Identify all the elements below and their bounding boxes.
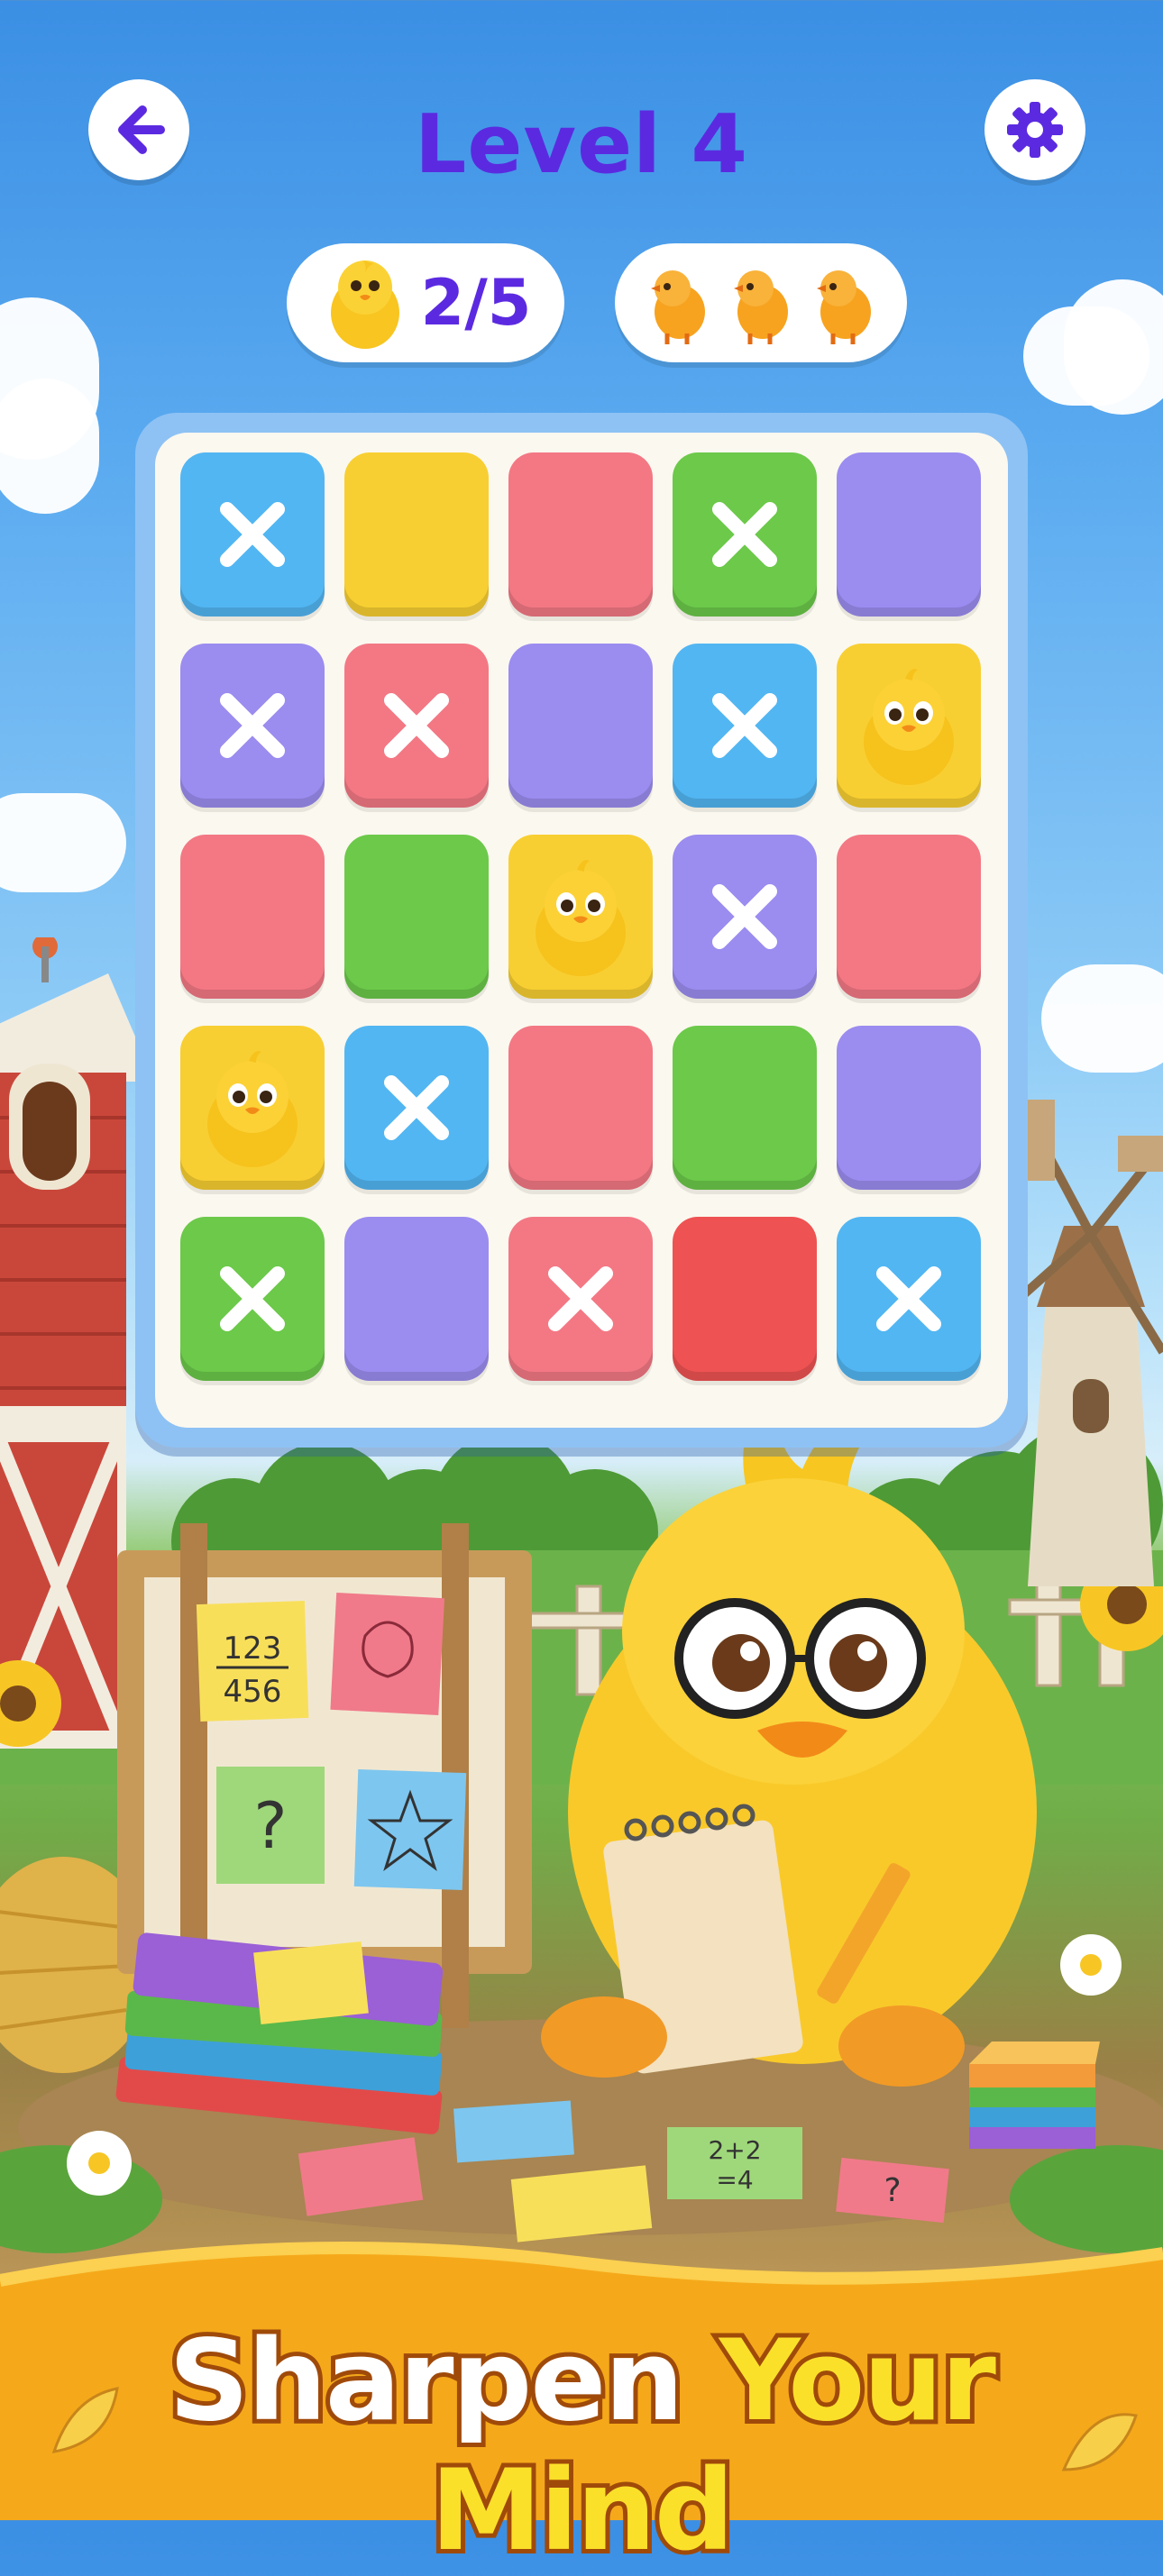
cross-icon (384, 1075, 449, 1140)
board-cell[interactable] (508, 1026, 653, 1190)
chick-icon (536, 860, 626, 976)
board-cell[interactable] (837, 452, 981, 617)
board-cell[interactable] (673, 644, 817, 808)
board-cell[interactable] (673, 835, 817, 999)
cross-icon (712, 502, 777, 567)
game-board (135, 413, 1028, 1448)
lives-indicator (615, 243, 907, 362)
cross-icon (220, 693, 285, 758)
cloud (1064, 279, 1163, 415)
board-cell[interactable] (180, 644, 325, 808)
cross-icon (220, 502, 285, 567)
board-cell[interactable] (344, 452, 489, 617)
cross-icon (876, 1266, 941, 1331)
board-cell[interactable] (837, 835, 981, 999)
flowers (0, 1586, 1163, 2196)
board-cell[interactable] (508, 644, 653, 808)
gear-icon (1007, 102, 1063, 158)
cross-icon (220, 1266, 285, 1331)
tagline: Sharpen Your Mind (0, 2312, 1163, 2576)
cloud (0, 379, 99, 514)
board-cell[interactable] (344, 1217, 489, 1381)
tagline-word-1: Sharpen (164, 2312, 689, 2451)
cross-icon (384, 693, 449, 758)
level-title: Level 4 (415, 97, 748, 192)
chick-icon (864, 669, 954, 785)
chick-icon (817, 270, 871, 344)
board-cell[interactable] (508, 1217, 653, 1381)
board-cell[interactable] (508, 835, 653, 999)
board-cell[interactable] (344, 835, 489, 999)
board-cell[interactable] (508, 452, 653, 617)
board-inner (155, 433, 1008, 1428)
chick-icon (734, 270, 788, 344)
board-cell[interactable] (344, 644, 489, 808)
chick-icon (330, 260, 399, 349)
board-cell[interactable] (180, 1217, 325, 1381)
chick-icon (651, 270, 705, 344)
found-count-label: 2/5 (420, 266, 532, 340)
board-cell[interactable] (673, 1217, 817, 1381)
back-button[interactable] (88, 79, 189, 180)
board-cell[interactable] (837, 1217, 981, 1381)
board-cell[interactable] (180, 452, 325, 617)
board-cell[interactable] (837, 644, 981, 808)
board-cell[interactable] (673, 452, 817, 617)
board-cell[interactable] (344, 1026, 489, 1190)
cross-icon (712, 884, 777, 949)
cross-icon (548, 1266, 613, 1331)
cloud (1041, 964, 1163, 1073)
arrow-left-icon (118, 105, 165, 154)
board-cell[interactable] (180, 835, 325, 999)
board-cell[interactable] (837, 1026, 981, 1190)
chick-icon (207, 1051, 298, 1167)
board-cell[interactable] (180, 1026, 325, 1190)
cross-icon (712, 693, 777, 758)
found-counter: 2/5 (287, 243, 564, 362)
settings-button[interactable] (984, 79, 1085, 180)
board-cell[interactable] (673, 1026, 817, 1190)
cloud (0, 793, 126, 892)
